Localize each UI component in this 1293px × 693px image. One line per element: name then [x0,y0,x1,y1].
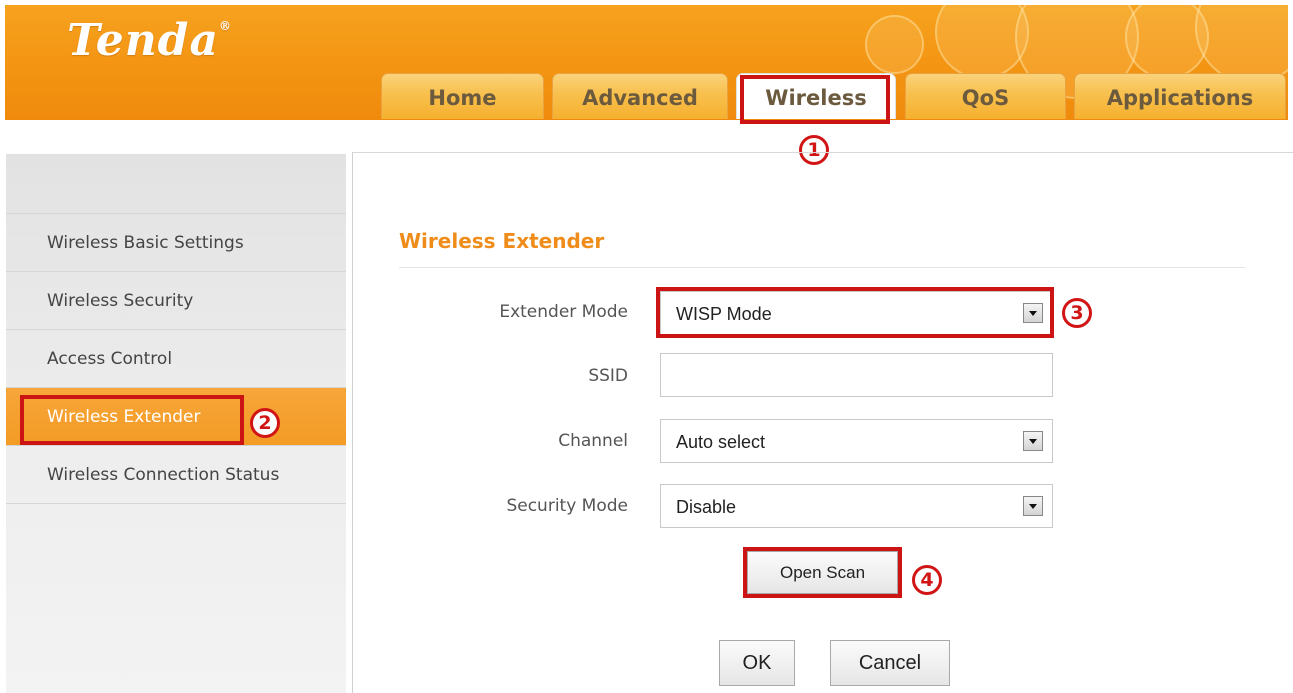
channel-value: Auto select [676,432,766,452]
chevron-down-icon[interactable] [1023,496,1043,516]
tenda-logo: Tenda® [67,15,232,66]
step-badge-3: 3 [1062,298,1092,328]
security-mode-select[interactable]: Disable [660,484,1053,528]
step-badge-4: 4 [912,565,942,595]
page-title: Wireless Extender [399,229,605,253]
sidebar-item-access-control[interactable]: Access Control [6,329,346,387]
channel-select[interactable]: Auto select [660,419,1053,463]
highlight-box-wireless-extender [20,395,244,445]
tab-home[interactable]: Home [381,73,544,119]
main-nav-tabs: Home Advanced Wireless QoS Applications [0,73,1293,120]
content-left-divider [352,152,353,693]
ok-button[interactable]: OK [719,640,795,686]
sidebar-item-wireless-basic-settings[interactable]: Wireless Basic Settings [6,213,346,271]
chevron-down-icon[interactable] [1023,431,1043,451]
security-mode-label: Security Mode [506,496,628,516]
extender-mode-label: Extender Mode [499,302,628,322]
channel-label: Channel [558,431,628,451]
bokeh-decoration [865,15,924,74]
highlight-box-extender-mode [656,287,1054,338]
tab-advanced[interactable]: Advanced [552,73,728,119]
tab-qos[interactable]: QoS [905,73,1066,119]
sidebar-item-wireless-security[interactable]: Wireless Security [6,271,346,329]
highlight-box-open-scan [743,547,902,598]
tab-applications[interactable]: Applications [1074,73,1286,119]
sidebar-item-wireless-connection-status[interactable]: Wireless Connection Status [6,445,346,503]
sidebar-divider [6,503,346,504]
registered-mark: ® [218,19,232,33]
highlight-box-wireless-tab [740,75,890,124]
step-badge-1: 1 [799,135,829,165]
cancel-button[interactable]: Cancel [830,640,950,686]
step-badge-2: 2 [250,408,280,438]
content-top-divider [352,152,1293,153]
ssid-input[interactable] [660,353,1053,397]
title-divider [399,267,1245,268]
logo-text: Tenda [67,15,219,66]
security-mode-value: Disable [676,497,737,517]
ssid-label: SSID [588,366,628,386]
